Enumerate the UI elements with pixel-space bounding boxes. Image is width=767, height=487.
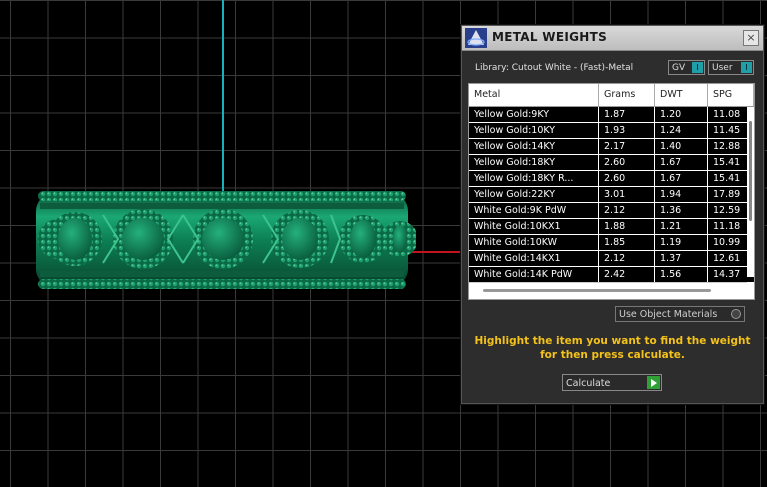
table-row[interactable]: White Gold:10KX1 1.88 1.21 11.18: [469, 219, 754, 235]
table-row[interactable]: Yellow Gold:14KY 2.17 1.40 12.88: [469, 139, 754, 155]
table-row[interactable]: White Gold:9K PdW 2.12 1.36 12.59: [469, 203, 754, 219]
cell-grams: 2.60: [599, 155, 654, 170]
cell-dwt: 1.67: [655, 171, 707, 186]
calculate-label: Calculate: [566, 378, 611, 389]
metal-table[interactable]: Metal Grams DWT SPG Yellow Gold:9KY 1.87 1…: [468, 83, 755, 300]
cell-metal: White Gold:14K PdW: [469, 267, 598, 282]
library-label: Library: Cutout White - (Fast)-Metal: [475, 63, 634, 73]
table-row[interactable]: White Gold:10KW 1.85 1.19 10.99: [469, 235, 754, 251]
table-row[interactable]: Yellow Gold:18KY R... 2.60 1.67 15.41: [469, 171, 754, 187]
cell-dwt: 1.94: [655, 187, 707, 202]
close-icon[interactable]: ×: [743, 30, 759, 46]
table-header: Metal Grams DWT SPG: [469, 84, 754, 107]
table-row[interactable]: White Gold:14KX1 2.12 1.37 12.61: [469, 251, 754, 267]
cell-dwt: 1.19: [655, 235, 707, 250]
cell-grams: 1.88: [599, 219, 654, 234]
table-rows: Yellow Gold:9KY 1.87 1.20 11.08 Yellow Gold:…: [469, 107, 754, 283]
cell-dwt: 1.40: [655, 139, 707, 154]
cell-metal: Yellow Gold:22KY: [469, 187, 598, 202]
cell-metal: White Gold:10KX1: [469, 219, 598, 234]
ring-model[interactable]: [28, 185, 416, 295]
table-row[interactable]: White Gold:14K PdW 2.42 1.56 14.37: [469, 267, 754, 283]
metal-weights-panel: METAL WEIGHTS × Library: Cutout White - …: [461, 25, 764, 404]
toggle-knob-icon: I: [692, 62, 703, 73]
cell-grams: 2.42: [599, 267, 654, 282]
table-row[interactable]: Yellow Gold:22KY 3.01 1.94 17.89: [469, 187, 754, 203]
cell-dwt: 1.21: [655, 219, 707, 234]
cell-grams: 2.17: [599, 139, 654, 154]
cell-metal: Yellow Gold:9KY: [469, 107, 598, 122]
cell-grams: 1.93: [599, 123, 654, 138]
horizontal-scrollbar[interactable]: [469, 282, 747, 299]
calculate-button[interactable]: Calculate: [562, 374, 662, 391]
vertical-scrollbar[interactable]: [747, 107, 754, 277]
use-object-materials-option[interactable]: Use Object Materials: [615, 306, 745, 322]
table-row[interactable]: Yellow Gold:9KY 1.87 1.20 11.08: [469, 107, 754, 123]
column-header-dwt[interactable]: DWT: [655, 84, 708, 106]
cell-metal: White Gold:10KW: [469, 235, 598, 250]
cell-grams: 1.87: [599, 107, 654, 122]
table-row[interactable]: Yellow Gold:10KY 1.93 1.24 11.45: [469, 123, 754, 139]
user-toggle[interactable]: User I: [708, 60, 754, 75]
cell-metal: Yellow Gold:14KY: [469, 139, 598, 154]
scrollbar-thumb[interactable]: [749, 121, 752, 221]
cell-dwt: 1.56: [655, 267, 707, 282]
cell-grams: 2.12: [599, 251, 654, 266]
gv-toggle-label: GV: [672, 63, 686, 73]
cell-metal: Yellow Gold:18KY R...: [469, 171, 598, 186]
ring-bottom-rope: [38, 279, 406, 289]
column-header-spg[interactable]: SPG: [708, 84, 754, 106]
instruction-text: Highlight the item you want to find the …: [474, 335, 751, 361]
cell-grams: 2.12: [599, 203, 654, 218]
toggle-knob-icon: I: [741, 62, 752, 73]
panel-title: METAL WEIGHTS: [492, 30, 608, 44]
cell-dwt: 1.67: [655, 155, 707, 170]
cell-grams: 1.85: [599, 235, 654, 250]
cell-metal: White Gold:9K PdW: [469, 203, 598, 218]
use-object-materials-label: Use Object Materials: [619, 309, 718, 320]
play-arrow-icon: [647, 376, 660, 389]
gv-toggle[interactable]: GV I: [668, 60, 705, 75]
cell-grams: 3.01: [599, 187, 654, 202]
cell-dwt: 1.36: [655, 203, 707, 218]
vertical-axis-line: [222, 0, 224, 200]
column-header-grams[interactable]: Grams: [599, 84, 655, 106]
panel-header[interactable]: METAL WEIGHTS ×: [462, 26, 763, 51]
cell-dwt: 1.20: [655, 107, 707, 122]
ring-top-rope: [38, 191, 406, 201]
cell-dwt: 1.24: [655, 123, 707, 138]
scrollbar-thumb[interactable]: [483, 289, 711, 292]
user-toggle-label: User: [712, 63, 733, 73]
app-logo-icon: [465, 28, 487, 48]
cell-metal: Yellow Gold:18KY: [469, 155, 598, 170]
table-row[interactable]: Yellow Gold:18KY 2.60 1.67 15.41: [469, 155, 754, 171]
cell-dwt: 1.37: [655, 251, 707, 266]
cell-metal: Yellow Gold:10KY: [469, 123, 598, 138]
column-header-metal[interactable]: Metal: [469, 84, 599, 106]
radio-icon[interactable]: [731, 309, 741, 319]
cell-grams: 2.60: [599, 171, 654, 186]
cell-metal: White Gold:14KX1: [469, 251, 598, 266]
